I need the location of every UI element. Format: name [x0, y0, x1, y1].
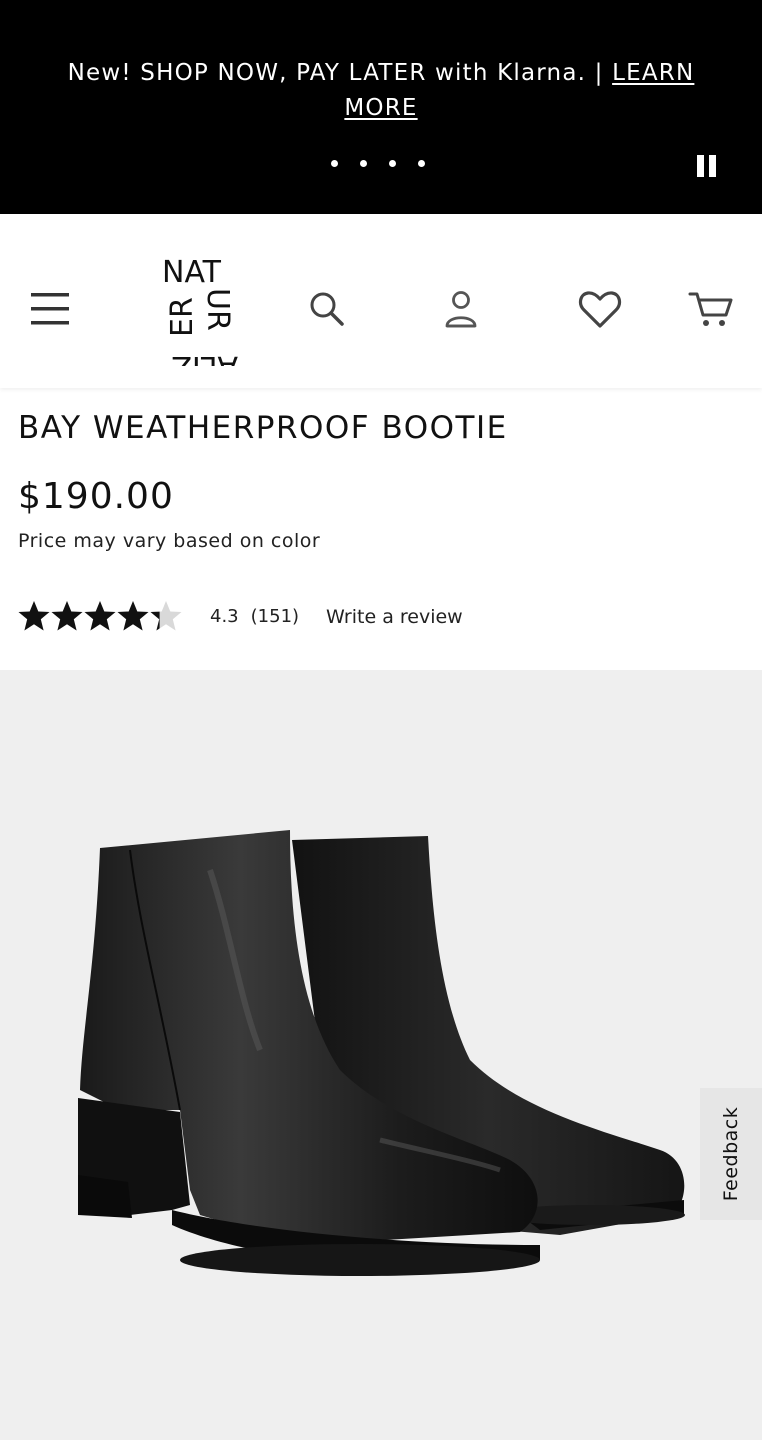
carousel-dot-2[interactable] [360, 160, 367, 167]
feedback-label: Feedback [720, 1106, 743, 1202]
star-icon [117, 601, 149, 631]
search-icon[interactable] [302, 284, 352, 334]
rating-value: 4.3 [210, 605, 239, 627]
carousel-dot-1[interactable] [331, 160, 338, 167]
feedback-tab[interactable]: Feedback [700, 1088, 762, 1220]
promo-message: New! SHOP NOW, PAY LATER with Klarna. | [67, 60, 613, 86]
cart-icon[interactable] [684, 284, 738, 334]
naturalizer-logo[interactable]: NAT UR ER ALIZ [158, 254, 242, 384]
promo-text: New! SHOP NOW, PAY LATER with Klarna. | … [30, 56, 732, 126]
logo-line-er: ER [165, 297, 200, 337]
carousel-dot-3[interactable] [389, 160, 396, 167]
user-icon[interactable] [436, 284, 486, 334]
site-header: NAT UR ER ALIZ [0, 214, 762, 388]
product-image[interactable] [0, 670, 762, 1440]
star-icon [150, 601, 182, 631]
promo-banner: New! SHOP NOW, PAY LATER with Klarna. | … [0, 0, 762, 214]
review-count[interactable]: (151) [251, 606, 299, 627]
logo-line-nat: NAT [162, 255, 222, 290]
star-rating[interactable] [18, 600, 182, 632]
ankle-boots-image [78, 830, 685, 1276]
carousel-dot-4[interactable] [418, 160, 425, 167]
product-rating: 4.3 (151) [18, 596, 299, 636]
carousel-dots [331, 160, 425, 167]
product-price: $190.00 [18, 476, 174, 517]
logo-line-aliz: ALIZ [171, 349, 238, 366]
hamburger-menu-icon[interactable] [24, 286, 76, 332]
star-icon [18, 601, 50, 631]
heart-icon[interactable] [574, 284, 626, 334]
write-review-link[interactable]: Write a review [326, 606, 463, 628]
product-title: BAY WEATHERPROOF BOOTIE [18, 410, 508, 446]
star-icon [84, 601, 116, 631]
price-note: Price may vary based on color [18, 530, 321, 552]
logo-line-ur: UR [200, 288, 235, 331]
star-icon [51, 601, 83, 631]
pause-icon[interactable] [694, 154, 718, 178]
